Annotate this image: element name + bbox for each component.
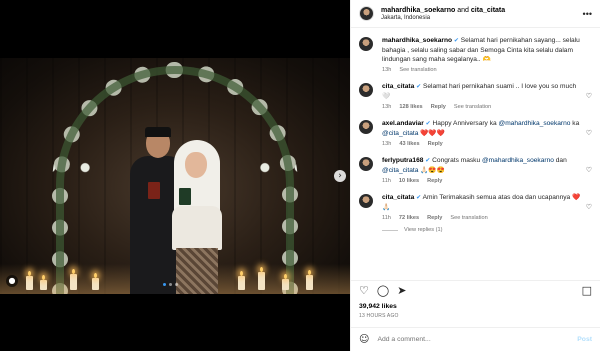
- bookmark-icon[interactable]: □: [582, 284, 592, 297]
- chevron-right-icon[interactable]: ›: [334, 170, 346, 182]
- see-translation-link[interactable]: See translation: [454, 104, 491, 110]
- comment-text: dan: [553, 157, 567, 164]
- marriage-book-red: [148, 182, 160, 199]
- avatar[interactable]: [359, 6, 374, 21]
- comment-likes[interactable]: 72 likes: [399, 215, 419, 221]
- collaborator-username[interactable]: cita_citata: [471, 7, 505, 14]
- heart-icon[interactable]: ♡: [359, 284, 369, 297]
- avatar[interactable]: [359, 37, 373, 51]
- avatar[interactable]: [359, 120, 373, 134]
- comment-likes[interactable]: 43 likes: [399, 141, 419, 147]
- comment-icon[interactable]: ◯: [377, 284, 389, 297]
- marriage-book-green: [179, 188, 191, 205]
- mention-link[interactable]: @mahardhika_soekarno: [482, 157, 554, 164]
- comment-time[interactable]: 13h: [382, 104, 391, 110]
- post-sidebar: mahardhika_soekarno and cita_citata Jaka…: [350, 0, 600, 351]
- comment-text: ❤️❤️❤️: [418, 130, 445, 137]
- author-username[interactable]: mahardhika_soekarno: [381, 7, 455, 14]
- comment-input[interactable]: [377, 336, 548, 343]
- collab-conjunction: and: [457, 6, 469, 14]
- see-translation-link[interactable]: See translation: [450, 215, 487, 221]
- carousel-dots: [163, 283, 178, 286]
- reply-button[interactable]: Reply: [427, 215, 442, 221]
- mention-link[interactable]: @cita_citata: [382, 130, 418, 137]
- verified-icon: ✔: [453, 38, 459, 44]
- comment-username[interactable]: mahardhika_soekarno: [382, 37, 452, 44]
- comment-time[interactable]: 11h: [382, 178, 391, 184]
- comment-username[interactable]: cita_citata: [382, 194, 414, 201]
- view-replies-button[interactable]: View replies (1): [382, 227, 592, 233]
- reply-button[interactable]: Reply: [431, 104, 446, 110]
- comments-list: mahardhika_soekarno ✔ Selamat hari perni…: [351, 36, 600, 276]
- heart-icon[interactable]: ♡: [586, 203, 592, 211]
- carousel-dot: [163, 283, 166, 286]
- comment: axel.andaviar ✔ Happy Anniversary ka @ma…: [359, 119, 592, 147]
- comment-likes[interactable]: 10 likes: [399, 178, 419, 184]
- avatar[interactable]: [359, 83, 373, 97]
- comment-time[interactable]: 13h: [382, 67, 391, 73]
- comment-text: ka: [570, 120, 580, 127]
- reply-button[interactable]: Reply: [428, 141, 443, 147]
- reply-button[interactable]: Reply: [427, 178, 442, 184]
- caption: mahardhika_soekarno ✔ Selamat hari perni…: [359, 36, 592, 73]
- posted-time[interactable]: 13 HOURS AGO: [359, 313, 399, 319]
- comment-text: Congrats masku: [432, 157, 482, 164]
- heart-icon[interactable]: ♡: [586, 166, 592, 174]
- mention-link[interactable]: @cita_citata: [382, 167, 418, 174]
- avatar[interactable]: [359, 157, 373, 171]
- share-icon[interactable]: ➤: [397, 284, 406, 297]
- comment: cita_citata ✔ Amin Terimakasih semua ata…: [359, 193, 592, 221]
- comment-likes[interactable]: 128 likes: [399, 104, 422, 110]
- likes-count[interactable]: 39,942 likes: [359, 303, 397, 310]
- post-photo: [0, 58, 350, 294]
- heart-icon[interactable]: ♡: [586, 92, 592, 100]
- comment-text: Happy Anniversary ka: [432, 120, 499, 127]
- comment-username[interactable]: cita_citata: [382, 83, 414, 90]
- comment-username[interactable]: ferlyputra168: [382, 157, 423, 164]
- mention-link[interactable]: @mahardhika_soekarno: [499, 120, 571, 127]
- post-header: mahardhika_soekarno and cita_citata Jaka…: [351, 0, 600, 28]
- see-translation-link[interactable]: See translation: [399, 67, 436, 73]
- location-link[interactable]: Jakarta, Indonesia: [381, 15, 505, 21]
- comment-username[interactable]: axel.andaviar: [382, 120, 424, 127]
- emoji-icon[interactable]: ☺: [359, 334, 369, 345]
- avatar[interactable]: [359, 194, 373, 208]
- comment: ferlyputra168 ✔ Congrats masku @mahardhi…: [359, 156, 592, 184]
- verified-icon: ✔: [416, 195, 422, 201]
- post-media[interactable]: ● ›: [0, 0, 350, 351]
- user-tag-icon[interactable]: ●: [6, 275, 18, 287]
- verified-icon: ✔: [425, 158, 431, 164]
- carousel-dot: [169, 283, 172, 286]
- post-button[interactable]: Post: [577, 336, 592, 343]
- verified-icon: ✔: [425, 121, 431, 127]
- comment-text: 🙏🏻😍😍: [418, 167, 445, 174]
- verified-icon: ✔: [416, 84, 422, 90]
- more-horizontal-icon[interactable]: •••: [583, 9, 592, 19]
- comment-time[interactable]: 13h: [382, 141, 391, 147]
- add-comment-bar: ☺ Post: [351, 327, 600, 351]
- comment-time[interactable]: 11h: [382, 215, 391, 221]
- heart-icon[interactable]: ♡: [586, 129, 592, 137]
- bride-figure: [168, 140, 226, 294]
- carousel-dot: [175, 283, 178, 286]
- action-bar: ♡ ◯ ➤ □: [351, 280, 600, 300]
- comment: cita_citata ✔ Selamat hari pernikahan su…: [359, 82, 592, 110]
